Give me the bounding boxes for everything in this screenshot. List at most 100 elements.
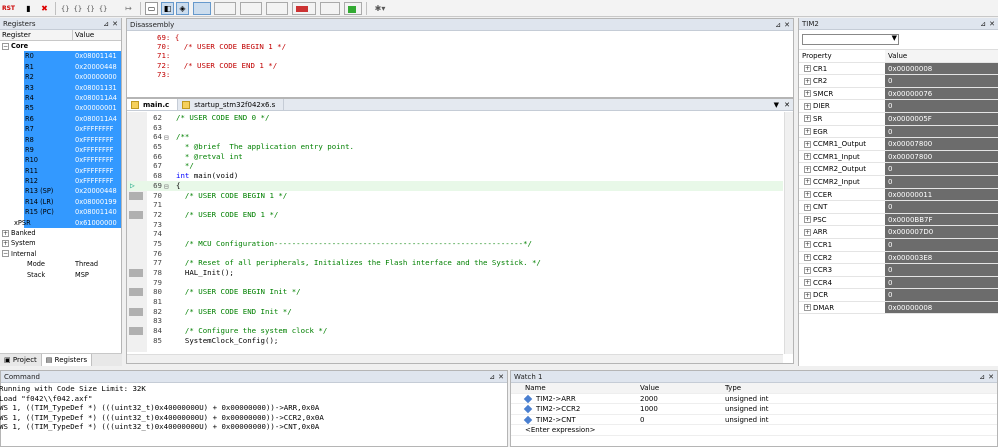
- tim2-register-row[interactable]: + ARR 0x000007D0: [799, 226, 998, 239]
- tab-registers[interactable]: ▤ Registers: [41, 354, 93, 366]
- register-row[interactable]: R10 0xFFFFFFFF: [0, 155, 121, 166]
- horizontal-scrollbar[interactable]: [127, 354, 783, 363]
- register-row[interactable]: R6 0x080011A4: [0, 113, 121, 125]
- register-value[interactable]: 0x20000448: [73, 186, 121, 197]
- breakpoint-marker[interactable]: [129, 210, 143, 219]
- register-row[interactable]: R7 0xFFFFFFFF: [0, 124, 121, 135]
- close-icon[interactable]: ✕: [784, 99, 790, 111]
- register-value[interactable]: 0x08001131: [73, 82, 121, 93]
- tim2-register-row[interactable]: + CNT 0: [799, 201, 998, 214]
- tim2-register-value[interactable]: 0x000003E8: [885, 251, 998, 264]
- code-line[interactable]: 74: [127, 229, 783, 239]
- register-value[interactable]: 0x20000448: [73, 61, 121, 73]
- expand-icon[interactable]: +: [804, 203, 811, 211]
- code-line[interactable]: 64 ⊟/**: [127, 132, 783, 142]
- tim2-register-row[interactable]: + CCR2 0x000003E8: [799, 251, 998, 265]
- tim2-register-value[interactable]: 0x000007D0: [885, 226, 998, 238]
- vertical-scrollbar[interactable]: [784, 112, 793, 354]
- close-icon[interactable]: ✕: [989, 18, 995, 30]
- watch-value[interactable]: 2000: [638, 394, 723, 404]
- tim2-register-row[interactable]: + EGR 0: [799, 125, 998, 139]
- disassembly-line[interactable]: 71:: [127, 51, 793, 60]
- tab-list-icon[interactable]: ▼: [774, 99, 779, 111]
- register-row[interactable]: R0 0x08001141: [0, 51, 121, 62]
- disassembly-line[interactable]: 69: {: [127, 33, 793, 42]
- code-line[interactable]: 71: [127, 200, 783, 210]
- expand-icon[interactable]: +: [804, 153, 811, 161]
- expand-icon[interactable]: +: [804, 140, 811, 148]
- close-icon[interactable]: ✕: [988, 371, 994, 383]
- tim2-selector[interactable]: ▼: [799, 30, 998, 50]
- tim2-register-row[interactable]: + SMCR 0x00000076: [799, 87, 998, 101]
- register-value[interactable]: 0x61000000: [73, 217, 121, 229]
- register-row[interactable]: R15 (PC) 0x08001140: [0, 207, 121, 218]
- breakpoint-marker[interactable]: [129, 327, 143, 336]
- expand-icon[interactable]: +: [804, 228, 811, 236]
- tim2-register-value[interactable]: 0: [885, 175, 998, 188]
- expand-icon[interactable]: +: [804, 165, 811, 173]
- expand-icon[interactable]: +: [804, 128, 811, 136]
- code-line[interactable]: 76: [127, 249, 783, 259]
- mode-row[interactable]: Mode Thread: [0, 259, 121, 269]
- stop-icon[interactable]: ✖: [38, 2, 51, 15]
- code-line[interactable]: 73: [127, 220, 783, 230]
- tab-project[interactable]: ▣ Project: [0, 354, 42, 366]
- tim2-register-value[interactable]: 0: [885, 238, 998, 251]
- tim2-register-row[interactable]: + CR1 0x00000008: [799, 62, 998, 76]
- core-group-row[interactable]: − Core: [0, 41, 121, 51]
- tim2-register-value[interactable]: 0x00007800: [885, 150, 998, 163]
- expand-icon[interactable]: +: [804, 241, 811, 249]
- register-row[interactable]: R11 0xFFFFFFFF: [0, 165, 121, 177]
- tim2-register-value[interactable]: 0x0000005F: [885, 112, 998, 125]
- code-line[interactable]: 65 * @brief The application entry point.: [127, 142, 783, 152]
- name-column-header[interactable]: Name: [511, 383, 638, 393]
- expand-icon[interactable]: +: [804, 304, 811, 312]
- tab-main-c[interactable]: main.c: [127, 99, 179, 110]
- close-icon[interactable]: ✕: [112, 18, 118, 30]
- code-line[interactable]: 72 /* USER CODE END 1 */: [127, 210, 783, 220]
- enter-expression-input[interactable]: <Enter expression>: [511, 425, 638, 435]
- register-value[interactable]: 0x08001141: [73, 51, 121, 62]
- trace-dropdown[interactable]: [344, 2, 362, 15]
- code-line[interactable]: 77 /* Reset of all peripherals, Initiali…: [127, 258, 783, 268]
- expand-icon[interactable]: +: [804, 77, 811, 85]
- code-line[interactable]: 80 /* USER CODE BEGIN Init */: [127, 287, 783, 297]
- run-icon[interactable]: ▮: [22, 2, 35, 15]
- register-value[interactable]: 0xFFFFFFFF: [73, 144, 121, 156]
- breakpoint-marker[interactable]: [129, 269, 143, 277]
- stack-row[interactable]: Stack MSP: [0, 270, 121, 280]
- disassembly-line[interactable]: 73:: [127, 70, 793, 79]
- tim2-register-row[interactable]: + CCMR2_Output 0: [799, 163, 998, 176]
- pin-icon[interactable]: ⊿: [103, 18, 109, 30]
- tim2-register-row[interactable]: + DCR 0: [799, 289, 998, 302]
- tim2-register-value[interactable]: 0x00000008: [885, 62, 998, 75]
- memory-dropdown[interactable]: [266, 2, 288, 15]
- tim2-register-row[interactable]: + CCMR1_Output 0x00007800: [799, 138, 998, 151]
- breakpoint-marker[interactable]: [129, 288, 143, 297]
- register-row[interactable]: R12 0xFFFFFFFF: [0, 176, 121, 187]
- tim2-register-value[interactable]: 0x0000BB7F: [885, 213, 998, 226]
- tim2-register-row[interactable]: + CCER 0x00000011: [799, 188, 998, 202]
- analysis-dropdown[interactable]: [320, 2, 340, 15]
- code-line[interactable]: 83: [127, 316, 783, 326]
- value-column-header[interactable]: Value: [638, 383, 723, 393]
- code-line[interactable]: 63: [127, 123, 783, 133]
- code-line[interactable]: 81: [127, 297, 783, 307]
- banked-group-row[interactable]: + Banked: [0, 228, 121, 238]
- code-line[interactable]: 85 SystemClock_Config();: [127, 336, 783, 346]
- watch-row[interactable]: TIM2->ARR 2000 unsigned int: [511, 394, 997, 404]
- disassembly-line[interactable]: 70: /* USER CODE BEGIN 1 */: [127, 42, 793, 51]
- tim2-register-value[interactable]: 0: [885, 75, 998, 87]
- collapse-icon[interactable]: −: [2, 42, 9, 50]
- tim2-register-value[interactable]: 0x00007800: [885, 138, 998, 150]
- expand-icon[interactable]: +: [804, 102, 811, 110]
- step-buttons[interactable]: {} {} {} {}: [60, 2, 120, 15]
- tim2-register-value[interactable]: 0x00000076: [885, 87, 998, 100]
- code-line[interactable]: 84 /* Configure the system clock */: [127, 326, 783, 336]
- register-value[interactable]: 0xFFFFFFFF: [73, 176, 121, 187]
- value-column-header[interactable]: Value: [885, 50, 998, 62]
- watch-row[interactable]: TIM2->CCR2 1000 unsigned int: [511, 404, 997, 415]
- reset-button[interactable]: RST: [2, 2, 15, 15]
- watch-dropdown[interactable]: [240, 2, 262, 15]
- tab-startup-file[interactable]: startup_stm32f042x6.s: [178, 99, 285, 110]
